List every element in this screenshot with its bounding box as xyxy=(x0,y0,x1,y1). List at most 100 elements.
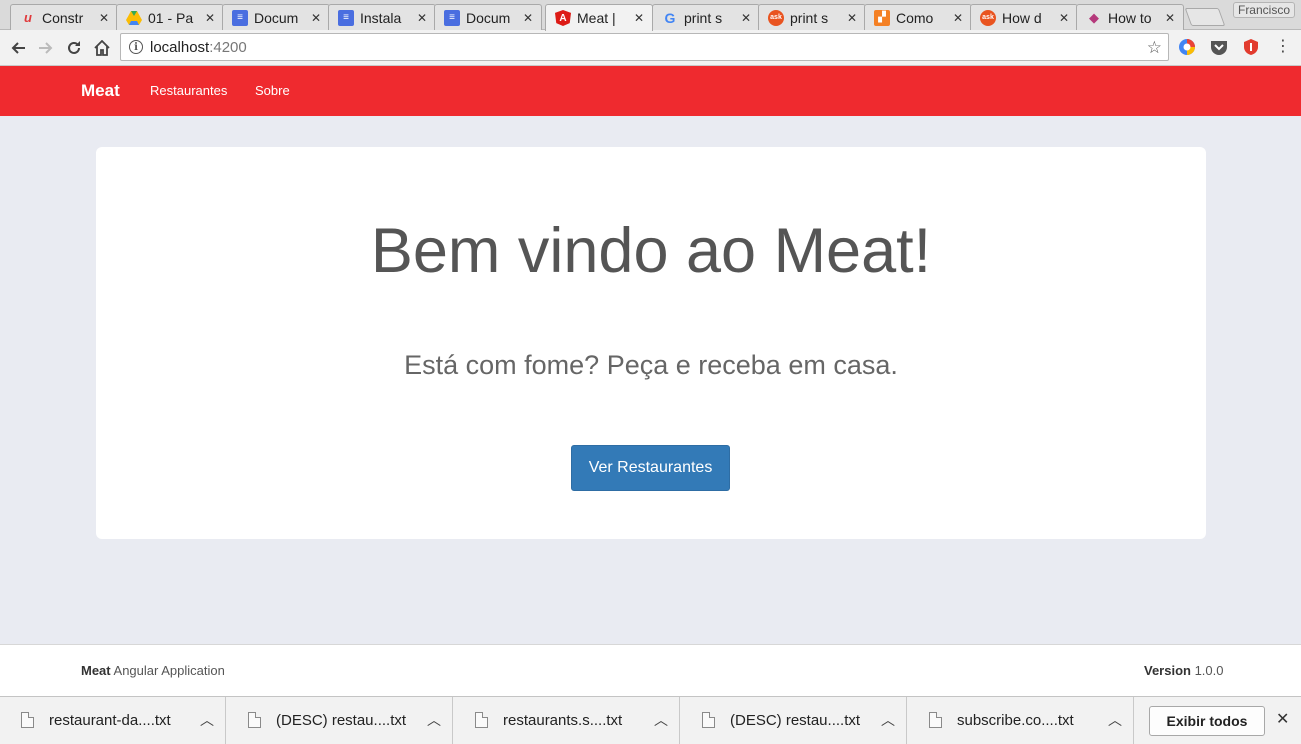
nav-link-restaurantes[interactable]: Restaurantes xyxy=(150,83,227,98)
chromatic-extension-icon xyxy=(1179,39,1195,55)
download-filename: restaurant-da....txt xyxy=(49,712,171,729)
download-item[interactable]: restaurants.s....txt ︿ xyxy=(454,697,680,744)
footer-version: Version 1.0.0 xyxy=(1144,663,1224,678)
welcome-jumbotron: Bem vindo ao Meat! Está com fome? Peça e… xyxy=(96,147,1206,539)
shield-extension-button[interactable] xyxy=(1242,38,1260,56)
chevron-up-icon[interactable]: ︿ xyxy=(881,710,895,730)
tab-how-d[interactable]: ask How d ✕ xyxy=(970,4,1078,30)
footer-tagline: Angular Application xyxy=(110,663,225,678)
home-button[interactable] xyxy=(91,37,113,59)
angular-icon: A xyxy=(555,10,571,26)
tab-how-to[interactable]: ◆ How to ✕ xyxy=(1076,4,1184,30)
browser-toolbar: i localhost:4200 ☆ ⋮ xyxy=(0,30,1301,66)
file-icon xyxy=(248,712,261,728)
tab-print-s-google[interactable]: G print s ✕ xyxy=(652,4,760,30)
nav-link-sobre[interactable]: Sobre xyxy=(255,83,290,98)
back-arrow-icon xyxy=(11,42,25,54)
tab-instala[interactable]: ≡ Instala ✕ xyxy=(328,4,436,30)
download-filename: (DESC) restau....txt xyxy=(730,712,861,729)
app-navbar: Meat Restaurantes Sobre xyxy=(0,66,1301,116)
tab-title: Instala xyxy=(360,9,402,26)
pocket-extension-button[interactable] xyxy=(1210,38,1228,56)
tab-strip: u Constr ✕ 01 - Pa ✕ ≡ Docum ✕ ≡ Instala… xyxy=(0,0,1301,31)
file-icon xyxy=(475,712,488,728)
close-icon[interactable]: ✕ xyxy=(845,11,859,25)
tab-docum-1[interactable]: ≡ Docum ✕ xyxy=(222,4,330,30)
tab-constr[interactable]: u Constr ✕ xyxy=(10,4,118,30)
stackoverflow-icon: ▞ xyxy=(874,9,890,26)
reload-icon xyxy=(68,41,80,54)
close-icon[interactable]: ✕ xyxy=(632,11,646,25)
tab-title: How d xyxy=(1002,9,1042,26)
footer-brand: Meat xyxy=(81,663,111,678)
reload-button[interactable] xyxy=(63,37,85,59)
tab-title: 01 - Pa xyxy=(148,9,194,26)
close-icon[interactable]: ✕ xyxy=(415,11,429,25)
tab-como[interactable]: ▞ Como ✕ xyxy=(864,4,972,30)
close-icon[interactable]: ✕ xyxy=(1163,11,1177,25)
file-icon xyxy=(929,712,942,728)
tab-title: print s xyxy=(684,9,723,26)
pocket-icon xyxy=(1211,41,1227,55)
url-text: localhost:4200 xyxy=(150,39,247,56)
info-icon[interactable]: i xyxy=(129,40,143,54)
udemy-icon: u xyxy=(24,10,32,25)
tab-01-pa[interactable]: 01 - Pa ✕ xyxy=(116,4,224,30)
download-item[interactable]: restaurant-da....txt ︿ xyxy=(0,697,226,744)
menu-button[interactable]: ⋮ xyxy=(1274,38,1292,56)
tab-title: Docum xyxy=(466,9,511,26)
close-icon[interactable]: ✕ xyxy=(309,11,323,25)
tab-print-s-ask[interactable]: ask print s ✕ xyxy=(758,4,866,30)
download-filename: restaurants.s....txt xyxy=(503,712,623,729)
chevron-up-icon[interactable]: ︿ xyxy=(200,710,214,730)
chrome-extension-button[interactable] xyxy=(1178,38,1196,56)
footer-app-name: Meat Angular Application xyxy=(81,663,225,678)
url-host: localhost xyxy=(150,38,210,56)
download-filename: subscribe.co....txt xyxy=(957,712,1074,729)
file-icon xyxy=(21,712,34,728)
show-all-downloads-button[interactable]: Exibir todos xyxy=(1149,706,1265,736)
askubuntu-icon: ask xyxy=(768,9,784,26)
google-docs-icon: ≡ xyxy=(338,9,354,26)
kebab-menu-icon: ⋮ xyxy=(1275,38,1291,55)
tab-meat[interactable]: A Meat | ✕ xyxy=(545,4,653,31)
welcome-heading: Bem vindo ao Meat! xyxy=(370,216,932,286)
footer-version-value: 1.0.0 xyxy=(1190,663,1224,678)
download-item[interactable]: (DESC) restau....txt ︿ xyxy=(681,697,907,744)
new-tab-button[interactable] xyxy=(1184,8,1226,26)
close-icon[interactable]: ✕ xyxy=(1276,709,1289,729)
url-port: :4200 xyxy=(209,38,247,56)
tab-title: Constr xyxy=(42,9,84,26)
back-button[interactable] xyxy=(7,37,29,59)
google-drive-icon xyxy=(126,10,142,26)
askubuntu-icon: ask xyxy=(980,9,996,26)
close-icon[interactable]: ✕ xyxy=(739,11,753,25)
ver-restaurantes-button[interactable]: Ver Restaurantes xyxy=(571,445,730,491)
shield-icon xyxy=(1244,39,1258,55)
file-icon xyxy=(702,712,715,728)
download-shelf: restaurant-da....txt ︿ (DESC) restau....… xyxy=(0,696,1301,744)
google-docs-icon: ≡ xyxy=(444,9,460,26)
bookmark-star-icon[interactable]: ☆ xyxy=(1147,38,1162,58)
download-item[interactable]: subscribe.co....txt ︿ xyxy=(908,697,1134,744)
tab-docum-2[interactable]: ≡ Docum ✕ xyxy=(434,4,542,30)
tab-title: How to xyxy=(1108,9,1152,26)
address-bar[interactable]: i localhost:4200 ☆ xyxy=(120,33,1169,61)
chevron-up-icon[interactable]: ︿ xyxy=(1108,710,1122,730)
download-filename: (DESC) restau....txt xyxy=(276,712,407,729)
profile-button[interactable]: Francisco xyxy=(1233,2,1295,18)
close-icon[interactable]: ✕ xyxy=(951,11,965,25)
close-icon[interactable]: ✕ xyxy=(1057,11,1071,25)
close-icon[interactable]: ✕ xyxy=(97,11,111,25)
download-item[interactable]: (DESC) restau....txt ︿ xyxy=(227,697,453,744)
close-icon[interactable]: ✕ xyxy=(521,11,535,25)
close-icon[interactable]: ✕ xyxy=(203,11,217,25)
graduation-cap-icon: ◆ xyxy=(1089,9,1099,25)
home-icon xyxy=(94,40,110,56)
navbar-brand[interactable]: Meat xyxy=(81,81,120,101)
google-docs-icon: ≡ xyxy=(232,9,248,26)
chevron-up-icon[interactable]: ︿ xyxy=(427,710,441,730)
google-icon: G xyxy=(664,9,676,26)
forward-button[interactable] xyxy=(35,37,57,59)
chevron-up-icon[interactable]: ︿ xyxy=(654,710,668,730)
